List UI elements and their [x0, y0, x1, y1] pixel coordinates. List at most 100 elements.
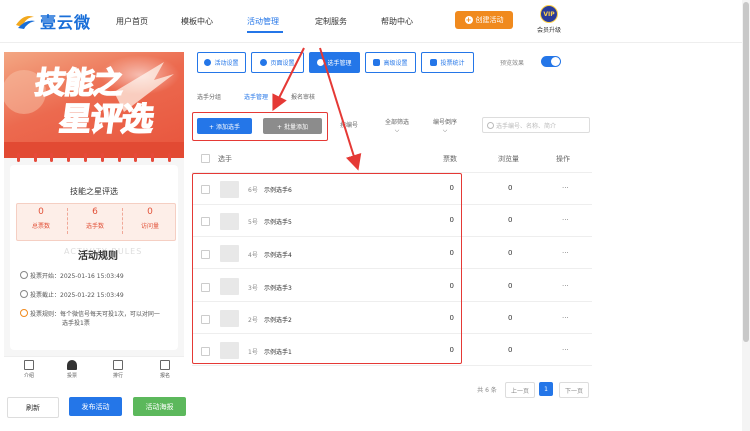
preview-tab-ranking[interactable]: 排行: [103, 360, 133, 379]
logo[interactable]: 壹云微: [14, 9, 91, 33]
column-header-views: 浏览量: [498, 155, 519, 163]
stat-label: 总票数: [31, 223, 50, 230]
subtab-contestants[interactable]: 选手管理: [244, 92, 268, 101]
filter-all[interactable]: 全部筛选 ⌵: [385, 119, 409, 135]
preview-tab-label: 介绍: [23, 373, 34, 379]
rule-text: 投票规则：每个微信号每天可投1次，可以对同一: [30, 311, 160, 318]
chart-icon: [430, 59, 438, 66]
toggle-knob: [551, 57, 560, 66]
nav-help-center[interactable]: 帮助中心: [381, 16, 413, 27]
clock-icon: [20, 290, 28, 298]
toolbar-label: 选手管理: [327, 60, 352, 67]
advanced-settings-button[interactable]: 高级设置: [365, 52, 416, 73]
vote-statistics-button[interactable]: 投票统计: [421, 52, 474, 73]
rule-voting-cont: 选手投1票: [62, 320, 90, 327]
activity-poster-button[interactable]: 活动海报: [133, 397, 186, 416]
contestant-search-input[interactable]: 选手编号、名称、简介: [482, 117, 590, 133]
stat-value: 0: [38, 207, 44, 217]
column-header-votes: 票数: [443, 155, 457, 163]
ticket-hole: [67, 153, 71, 162]
signup-icon: [160, 360, 170, 370]
rule-start: 投票开始：2025-01-16 15:03:49: [20, 271, 124, 281]
preview-effect-label: 预览效果: [500, 60, 525, 67]
contestant-management-button[interactable]: 选手管理: [309, 52, 360, 73]
row-more-button[interactable]: ···: [562, 346, 569, 354]
stat-divider: [122, 208, 123, 234]
row-more-button[interactable]: ···: [562, 216, 569, 224]
stat-visits: 0 访问量: [130, 207, 170, 230]
nav-activity-management[interactable]: 活动管理: [247, 16, 279, 27]
preview-tab-intro[interactable]: 介绍: [14, 360, 44, 379]
scrollbar-thumb[interactable]: [743, 2, 749, 342]
toolbar-label: 活动设置: [214, 60, 239, 67]
vip-badge-icon: VIP: [540, 5, 558, 23]
ticket-hole: [50, 153, 54, 162]
nav-home[interactable]: 用户首页: [116, 16, 148, 27]
subtab-groups[interactable]: 选手分组: [197, 92, 221, 101]
table-divider: [192, 365, 592, 366]
highlight-box-table: [192, 173, 462, 364]
page-settings-button[interactable]: 页面设置: [251, 52, 304, 73]
logo-icon: [16, 16, 35, 29]
logo-text: 壹云微: [40, 13, 92, 32]
rule-end: 投票截止：2025-01-22 15:03:49: [20, 290, 124, 300]
search-icon: [487, 121, 494, 129]
stat-contestant-count: 6 选手数: [75, 207, 115, 230]
contestant-views: 0: [508, 249, 513, 257]
users-icon: [317, 59, 325, 66]
stat-value: 0: [147, 207, 153, 217]
publish-activity-button[interactable]: 发布活动: [69, 397, 122, 416]
toolbar-label: 高级设置: [383, 60, 408, 67]
row-more-button[interactable]: ···: [562, 314, 569, 322]
ticket-hole: [16, 153, 20, 162]
row-more-button[interactable]: ···: [562, 282, 569, 290]
toolbar-label: 页面设置: [270, 60, 295, 67]
vip-upgrade[interactable]: VIP 会员升级: [533, 5, 565, 34]
preview-tab-label: 报名: [159, 373, 170, 379]
create-activity-button[interactable]: + 创建活动: [455, 11, 513, 29]
preview-tab-vote[interactable]: 投票: [57, 360, 87, 379]
column-header-actions: 操作: [556, 155, 570, 163]
row-more-button[interactable]: ···: [562, 184, 569, 192]
filter-by-number[interactable]: 按编号: [340, 122, 358, 130]
stat-divider: [67, 208, 68, 234]
info-icon: [20, 309, 28, 317]
pagination-prev-button[interactable]: 上一页: [505, 382, 535, 398]
toolbar-label: 投票统计: [440, 60, 465, 67]
stat-value: 6: [92, 207, 98, 217]
contestant-views: 0: [508, 346, 513, 354]
pagination-total: 共 6 条: [477, 386, 497, 394]
rule-text: 投票开始：2025-01-16 15:03:49: [30, 273, 124, 280]
stat-total-votes: 0 总票数: [21, 207, 61, 230]
preview-tab-signup[interactable]: 报名: [150, 360, 180, 379]
sliders-icon: [373, 59, 381, 66]
activity-settings-button[interactable]: 活动设置: [197, 52, 246, 73]
pagination-next-button[interactable]: 下一页: [559, 382, 589, 398]
contestant-views: 0: [508, 282, 513, 290]
top-header: [0, 0, 750, 43]
nav-custom-service[interactable]: 定制服务: [315, 16, 347, 27]
highlight-box-actions: [192, 112, 328, 141]
filter-label: 编号倒序: [433, 119, 458, 126]
contestant-views: 0: [508, 216, 513, 224]
nav-active-underline: [247, 31, 283, 33]
subtab-signup-review[interactable]: 报名审核: [291, 92, 315, 101]
nav-templates[interactable]: 模板中心: [181, 16, 213, 27]
create-activity-label: 创建活动: [475, 16, 504, 24]
ticket-hole: [33, 153, 37, 162]
preview-effect-toggle[interactable]: [541, 56, 561, 67]
filter-label: 按编号: [340, 122, 359, 129]
banner-title-line2: 星评选: [56, 99, 156, 139]
select-all-checkbox[interactable]: [201, 154, 210, 163]
chevron-down-icon: ⌵: [442, 127, 448, 134]
chevron-down-icon: ⌵: [394, 127, 400, 134]
ticket-hole: [100, 153, 104, 162]
sort-number-desc[interactable]: 编号倒序 ⌵: [433, 119, 457, 135]
pagination-page-1[interactable]: 1: [539, 382, 553, 396]
row-more-button[interactable]: ···: [562, 249, 569, 257]
contestant-views: 0: [508, 184, 513, 192]
rules-title: 活动规则: [78, 251, 118, 262]
preview-activity-title: 技能之星评选: [70, 187, 118, 196]
column-header-contestant: 选手: [218, 155, 232, 163]
refresh-button[interactable]: 刷新: [7, 397, 59, 418]
